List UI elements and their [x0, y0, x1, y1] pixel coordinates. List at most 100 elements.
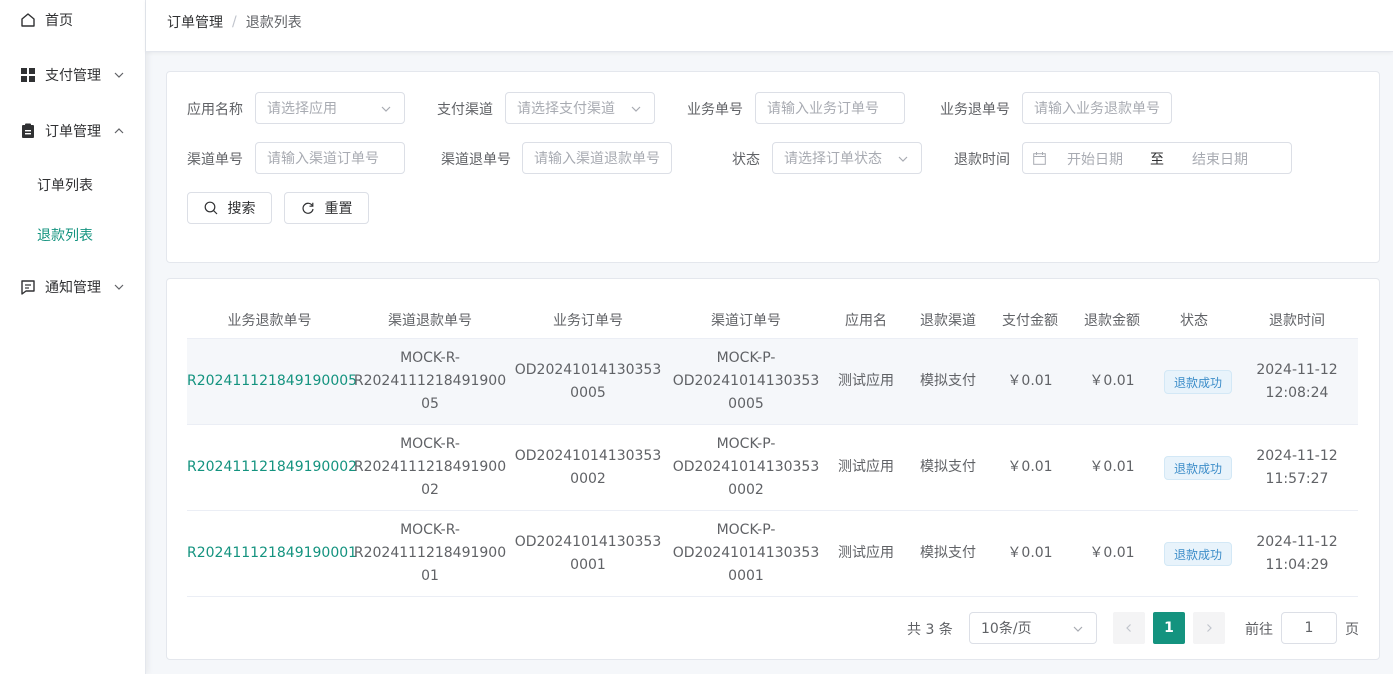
pay-amount-cell: ￥0.01: [1007, 373, 1053, 389]
page-size-select[interactable]: 10条/页: [969, 612, 1097, 644]
table-row[interactable]: R202411121849190002 MOCK-R- R202411121849…: [187, 425, 1358, 511]
refund-no-link[interactable]: R202411121849190001: [187, 542, 357, 565]
table-row[interactable]: R202411121849190001 MOCK-R- R202411121849…: [187, 511, 1358, 597]
chevron-down-icon: [630, 103, 642, 115]
refund-no-link[interactable]: R202411121849190002: [187, 456, 357, 479]
order-no-cell: OD20241014130353 0005: [514, 362, 662, 401]
start-date-placeholder[interactable]: 开始日期: [1067, 149, 1123, 169]
refresh-icon: [302, 202, 314, 214]
app-name-label: 应用名称: [187, 102, 243, 118]
sidebar-subitem-order-list[interactable]: 订单列表: [37, 175, 93, 195]
refund-time-cell: 2024-11-12 11:57:27: [1256, 448, 1338, 487]
biz-refund-no-input[interactable]: 请输入业务退款单号: [1022, 92, 1172, 124]
sidebar-item-orders[interactable]: 订单管理: [0, 111, 146, 151]
top-header: 订单管理 / 退款列表: [146, 0, 1393, 52]
chevron-up-icon: [113, 125, 125, 137]
page-size-value: 10条/页: [981, 621, 1032, 637]
chevron-left-icon: [1126, 624, 1131, 632]
refund-channel-cell: 模拟支付: [920, 373, 976, 389]
sidebar-subitem-refund-list[interactable]: 退款列表: [37, 225, 93, 245]
table-row[interactable]: R202411121849190005 MOCK-R- R202411121849…: [187, 339, 1358, 425]
sidebar-item-label: 通知管理: [45, 280, 101, 296]
sidebar-item-home[interactable]: 首页: [0, 0, 146, 40]
chevron-down-icon: [113, 281, 125, 293]
refund-time-cell: 2024-11-12 12:08:24: [1256, 362, 1338, 401]
biz-order-no-placeholder: 请输入业务订单号: [767, 101, 879, 117]
refund-time-range-picker[interactable]: 开始日期 至 结束日期: [1022, 142, 1292, 174]
order-no-cell: OD20241014130353 0002: [514, 448, 662, 487]
pay-amount-cell: ￥0.01: [1007, 545, 1053, 561]
app-select[interactable]: 请选择应用: [255, 92, 405, 124]
refund-time-label: 退款时间: [954, 152, 1010, 168]
reset-button[interactable]: 重置: [284, 192, 369, 224]
chevron-down-icon: [380, 103, 392, 115]
sidebar-item-label: 支付管理: [45, 68, 101, 84]
channel-order-no-cell: MOCK-P- OD20241014130353 0005: [672, 350, 820, 412]
goto-page-input[interactable]: 1: [1281, 612, 1337, 644]
search-button[interactable]: 搜索: [187, 192, 272, 224]
app-select-placeholder: 请选择应用: [267, 101, 337, 117]
chevron-right-icon: [1207, 624, 1212, 632]
pay-channel-label: 支付渠道: [437, 102, 493, 118]
refund-amount-cell: ￥0.01: [1089, 459, 1135, 475]
channel-order-no-cell: MOCK-P- OD20241014130353 0001: [672, 522, 820, 584]
column-header: 渠道退款单号: [388, 313, 472, 329]
grid-icon: [20, 67, 36, 83]
next-page-button[interactable]: [1193, 612, 1225, 644]
channel-refund-no-cell: MOCK-R- R2024111218491900 01: [353, 522, 507, 584]
biz-order-no-input[interactable]: 请输入业务订单号: [755, 92, 905, 124]
channel-order-no-input[interactable]: 请输入渠道订单号: [255, 142, 405, 174]
refund-amount-cell: ￥0.01: [1089, 545, 1135, 561]
breadcrumb: 订单管理 / 退款列表: [167, 12, 302, 32]
prev-page-button[interactable]: [1113, 612, 1145, 644]
channel-refund-no-label: 渠道退单号: [441, 152, 511, 168]
app-name-cell: 测试应用: [838, 459, 894, 475]
breadcrumb-current: 退款列表: [245, 15, 302, 31]
status-badge: 退款成功: [1164, 456, 1233, 480]
app-name-cell: 测试应用: [838, 545, 894, 561]
end-date-placeholder[interactable]: 结束日期: [1192, 149, 1248, 169]
calendar-icon: [1033, 152, 1046, 169]
pay-amount-cell: ￥0.01: [1007, 459, 1053, 475]
channel-order-no-placeholder: 请输入渠道订单号: [267, 151, 379, 167]
page-number-button[interactable]: 1: [1153, 612, 1185, 644]
pay-channel-placeholder: 请选择支付渠道: [517, 101, 615, 117]
channel-refund-no-placeholder: 请输入渠道退款单号: [534, 151, 660, 167]
pay-channel-select[interactable]: 请选择支付渠道: [505, 92, 655, 124]
sidebar: 首页 支付管理 订单管理 订单列表 退款列表 通知管理: [0, 0, 146, 674]
status-badge: 退款成功: [1164, 542, 1233, 566]
channel-refund-no-cell: MOCK-R- R2024111218491900 05: [353, 350, 507, 412]
range-separator: 至: [1150, 152, 1164, 168]
biz-order-no-label: 业务单号: [687, 102, 743, 118]
channel-order-no-label: 渠道单号: [187, 152, 243, 168]
sidebar-item-notify[interactable]: 通知管理: [0, 267, 146, 307]
search-button-label: 搜索: [227, 201, 256, 217]
column-header: 支付金额: [1002, 313, 1058, 329]
chevron-down-icon: [897, 153, 909, 165]
column-header: 应用名: [845, 313, 887, 329]
sidebar-item-payment[interactable]: 支付管理: [0, 55, 146, 95]
chevron-down-icon: [1072, 623, 1084, 639]
reset-button-label: 重置: [324, 201, 353, 217]
channel-refund-no-cell: MOCK-R- R2024111218491900 02: [353, 436, 507, 498]
column-header: 状态: [1180, 313, 1208, 329]
status-select-placeholder: 请选择订单状态: [784, 151, 882, 167]
clipboard-icon: [20, 123, 36, 139]
chevron-down-icon: [113, 69, 125, 81]
channel-order-no-cell: MOCK-P- OD20241014130353 0002: [672, 436, 820, 498]
search-icon: [204, 201, 217, 215]
refund-amount-cell: ￥0.01: [1089, 373, 1135, 389]
order-no-cell: OD20241014130353 0001: [514, 534, 662, 573]
refund-time-cell: 2024-11-12 11:04:29: [1256, 534, 1338, 573]
status-select[interactable]: 请选择订单状态: [772, 142, 922, 174]
channel-refund-no-input[interactable]: 请输入渠道退款单号: [522, 142, 672, 174]
home-icon: [20, 12, 36, 28]
column-header: 退款时间: [1269, 313, 1325, 329]
biz-refund-no-placeholder: 请输入业务退款单号: [1034, 101, 1160, 117]
column-header: 业务退款单号: [227, 313, 312, 329]
app-name-cell: 测试应用: [838, 373, 894, 389]
refund-no-link[interactable]: R202411121849190005: [187, 370, 357, 393]
status-label: 状态: [732, 152, 760, 168]
breadcrumb-parent[interactable]: 订单管理: [167, 12, 223, 32]
sidebar-item-label: 订单管理: [45, 124, 101, 140]
